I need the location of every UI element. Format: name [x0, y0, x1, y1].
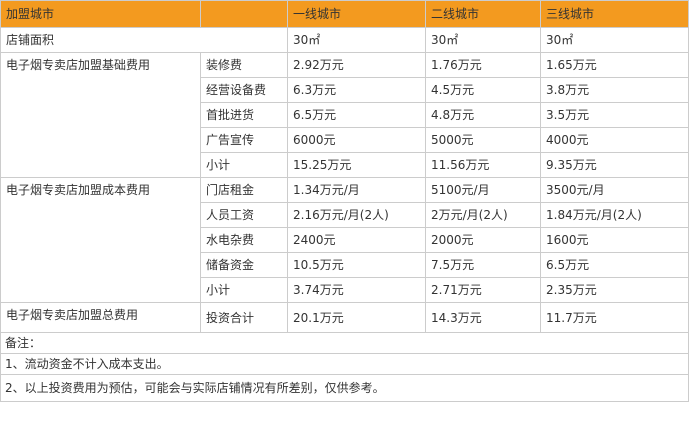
cell-tier1: 2400元	[287, 227, 426, 253]
cell-tier1: 6.3万元	[287, 77, 426, 103]
cell-tier2: 14.3万元	[425, 302, 541, 333]
cell-tier3: 4000元	[540, 127, 689, 153]
cell-tier2: 5000元	[425, 127, 541, 153]
item-label: 储备资金	[200, 252, 288, 278]
cell-tier2: 1.76万元	[425, 52, 541, 78]
header-tier3: 三线城市	[540, 0, 689, 28]
cell-tier2: 2.71万元	[425, 277, 541, 303]
cell-tier3: 3500元/月	[540, 177, 689, 203]
header-tier2: 二线城市	[425, 0, 541, 28]
cell-tier1: 15.25万元	[287, 152, 426, 178]
cell-tier3: 3.5万元	[540, 102, 689, 128]
item-label: 经营设备费	[200, 77, 288, 103]
item-label: 装修费	[200, 52, 288, 78]
cell-tier3: 2.35万元	[540, 277, 689, 303]
cell-tier1: 3.74万元	[287, 277, 426, 303]
cell-tier2: 2000元	[425, 227, 541, 253]
item-label: 广告宣传	[200, 127, 288, 153]
fee-table-page: 加盟城市 一线城市 二线城市 三线城市 店铺面积 30㎡ 30㎡ 30㎡ 电子烟…	[0, 0, 689, 432]
cell-tier3: 1.65万元	[540, 52, 689, 78]
item-label: 水电杂费	[200, 227, 288, 253]
cell-tier1: 1.34万元/月	[287, 177, 426, 203]
group-label-total: 电子烟专卖店加盟总费用	[0, 302, 201, 333]
notes-title-row: 备注：	[0, 332, 689, 354]
table-header-row: 加盟城市 一线城市 二线城市 三线城市	[0, 0, 689, 28]
cell-tier3: 6.5万元	[540, 252, 689, 278]
header-item	[200, 0, 288, 28]
item-label: 小计	[200, 152, 288, 178]
row-label: 店铺面积	[0, 27, 288, 53]
cell-tier3: 30㎡	[540, 27, 689, 53]
item-label: 人员工资	[200, 202, 288, 228]
header-tier1: 一线城市	[287, 0, 426, 28]
table-row: 电子烟专卖店加盟成本费用 门店租金 1.34万元/月 5100元/月 3500元…	[0, 177, 689, 303]
cell-tier1: 2.92万元	[287, 52, 426, 78]
cell-tier3: 11.7万元	[540, 302, 689, 333]
cell-tier1: 6.5万元	[287, 102, 426, 128]
cell-tier2: 7.5万元	[425, 252, 541, 278]
notes-row: 2、以上投资费用为预估，可能会与实际店铺情况有所差别，仅供参考。	[0, 374, 689, 402]
item-label: 门店租金	[200, 177, 288, 203]
table-row-total: 电子烟专卖店加盟总费用 投资合计 20.1万元 14.3万元 11.7万元	[0, 302, 689, 333]
note-line-1: 1、流动资金不计入成本支出。	[0, 353, 689, 375]
cell-tier2: 2万元/月(2人)	[425, 202, 541, 228]
cell-tier3: 9.35万元	[540, 152, 689, 178]
item-label: 首批进货	[200, 102, 288, 128]
cell-tier3: 1600元	[540, 227, 689, 253]
item-label: 投资合计	[200, 302, 288, 333]
cell-tier3: 3.8万元	[540, 77, 689, 103]
table-row-store-area: 店铺面积 30㎡ 30㎡ 30㎡	[0, 27, 689, 53]
cell-tier1: 30㎡	[287, 27, 426, 53]
note-line-2: 2、以上投资费用为预估，可能会与实际店铺情况有所差别，仅供参考。	[0, 374, 689, 402]
cell-tier1: 2.16万元/月(2人)	[287, 202, 426, 228]
franchise-fee-table: 加盟城市 一线城市 二线城市 三线城市 店铺面积 30㎡ 30㎡ 30㎡ 电子烟…	[0, 0, 689, 402]
group-label-cost: 电子烟专卖店加盟成本费用	[0, 177, 201, 303]
table-row: 电子烟专卖店加盟基础费用 装修费 2.92万元 1.76万元 1.65万元	[0, 52, 689, 178]
cell-tier2: 30㎡	[425, 27, 541, 53]
cell-tier2: 11.56万元	[425, 152, 541, 178]
notes-title: 备注：	[0, 332, 689, 354]
cell-tier2: 4.5万元	[425, 77, 541, 103]
item-label: 小计	[200, 277, 288, 303]
cell-tier1: 6000元	[287, 127, 426, 153]
cell-tier2: 5100元/月	[425, 177, 541, 203]
cell-tier3: 1.84万元/月(2人)	[540, 202, 689, 228]
cell-tier1: 20.1万元	[287, 302, 426, 333]
cell-tier2: 4.8万元	[425, 102, 541, 128]
cell-tier1: 10.5万元	[287, 252, 426, 278]
header-city: 加盟城市	[0, 0, 201, 28]
group-label-basic: 电子烟专卖店加盟基础费用	[0, 52, 201, 178]
notes-row: 1、流动资金不计入成本支出。	[0, 353, 689, 375]
